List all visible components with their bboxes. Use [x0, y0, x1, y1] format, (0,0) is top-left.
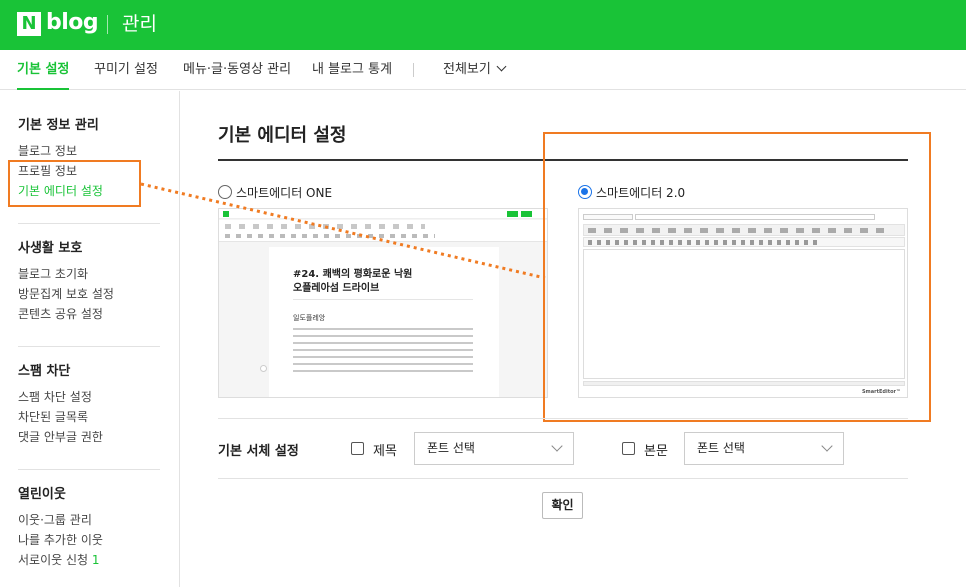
confirm-button[interactable]: 확인: [542, 492, 583, 519]
title-font-checkbox[interactable]: [351, 442, 364, 455]
connector-arrow: [140, 182, 546, 280]
chevron-down-icon: [821, 440, 833, 452]
title-font-select[interactable]: 폰트 선택: [414, 432, 574, 465]
title-font-select-value: 폰트 선택: [427, 441, 475, 455]
section-divider: [218, 418, 908, 419]
connector-line: [140, 182, 546, 280]
body-font-select[interactable]: 폰트 선택: [684, 432, 844, 465]
font-settings-label: 기본 서체 설정: [218, 444, 299, 459]
title-font-checkbox-label[interactable]: 제목: [373, 440, 397, 459]
body-font-select-value: 폰트 선택: [697, 441, 745, 455]
section-divider: [218, 478, 908, 479]
body-font-checkbox[interactable]: [622, 442, 635, 455]
body-font-checkbox-label[interactable]: 본문: [644, 440, 668, 459]
chevron-down-icon: [551, 440, 563, 452]
